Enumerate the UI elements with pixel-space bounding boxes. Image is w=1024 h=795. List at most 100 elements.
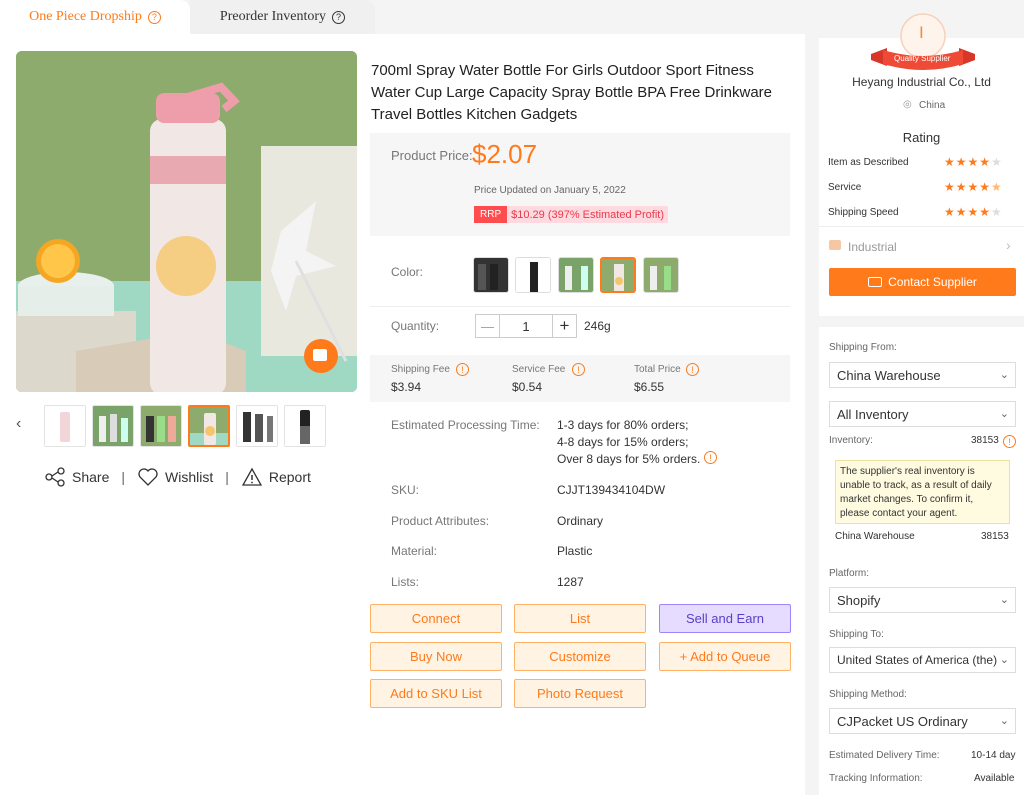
color-swatch[interactable]: [515, 257, 551, 293]
warehouse-value: 38153: [981, 531, 1009, 542]
tab-preorder-inventory[interactable]: Preorder Inventory ?: [190, 0, 375, 34]
select-value: All Inventory: [837, 406, 909, 422]
wishlist-button[interactable]: Wishlist: [137, 467, 213, 487]
warehouse-label: China Warehouse: [835, 531, 915, 542]
contact-supplier-button[interactable]: Contact Supplier: [829, 268, 1016, 296]
select-value: Shopify: [837, 592, 881, 608]
divider: |: [121, 469, 125, 485]
tab-one-piece-dropship[interactable]: One Piece Dropship ?: [0, 0, 190, 34]
factory-icon: [829, 240, 841, 250]
shipping-method-label: Shipping Method:: [829, 689, 907, 700]
quantity-input[interactable]: 1: [500, 315, 552, 337]
divider: [819, 226, 1024, 227]
chevron-right-icon[interactable]: ›: [1006, 237, 1011, 253]
fees-box: Shipping Fee ! $3.94 Service Fee ! $0.54…: [370, 355, 790, 402]
share-button[interactable]: Share: [44, 467, 109, 487]
attr-label: SKU:: [391, 483, 420, 497]
location-icon: ◎: [903, 99, 912, 110]
rrp-badge: RRP $10.29 (397% Estimated Profit): [474, 206, 668, 223]
info-icon[interactable]: !: [572, 363, 585, 376]
divider: |: [225, 469, 229, 485]
rating-title: Rating: [902, 130, 941, 145]
processing-label: Estimated Processing Time:: [391, 418, 540, 432]
add-to-sku-list-button[interactable]: Add to SKU List: [370, 679, 502, 708]
info-icon[interactable]: !: [686, 363, 699, 376]
inventory-note: The supplier's real inventory is unable …: [835, 460, 1010, 524]
supplier-category: Industrial: [848, 240, 897, 254]
total-price-label: Total Price: [634, 364, 681, 375]
select-value: China Warehouse: [837, 367, 941, 383]
chevron-left-icon[interactable]: ‹: [16, 415, 21, 433]
customize-button[interactable]: Customize: [514, 642, 646, 671]
attr-value: 1287: [557, 575, 584, 589]
badge-text: Quality Supplier: [894, 54, 951, 63]
wishlist-label: Wishlist: [165, 469, 214, 485]
chat-icon: [868, 277, 883, 287]
shipping-to-select[interactable]: United States of America (the) ⌄: [829, 647, 1016, 673]
share-icon: [45, 467, 65, 487]
info-icon[interactable]: !: [704, 451, 717, 464]
product-title: 700ml Spray Water Bottle For Girls Outdo…: [371, 62, 773, 123]
color-swatch[interactable]: [558, 257, 594, 293]
info-icon[interactable]: !: [1003, 435, 1016, 448]
supplier-name[interactable]: Heyang Industrial Co., Ltd: [819, 75, 1024, 89]
thumbnail-strip: ‹: [14, 405, 359, 449]
list-button[interactable]: List: [514, 604, 646, 633]
report-button[interactable]: Report: [241, 467, 311, 487]
processing-line: 4-8 days for 15% orders;: [557, 435, 689, 449]
inventory-select[interactable]: All Inventory ⌄: [829, 401, 1016, 427]
thumbnail[interactable]: [44, 405, 86, 447]
rating-stars: ★★★★★: [944, 180, 1003, 194]
thumbnail[interactable]: [284, 405, 326, 447]
delivery-time-label: Estimated Delivery Time:: [829, 750, 940, 761]
thumbnail[interactable]: [92, 405, 134, 447]
quantity-increase-button[interactable]: +: [552, 315, 576, 337]
thumbnail[interactable]: [236, 405, 278, 447]
badge-letter: I: [919, 23, 924, 42]
rating-label: Shipping Speed: [828, 207, 899, 218]
quantity-decrease-button[interactable]: —: [476, 315, 500, 337]
shipping-from-select[interactable]: China Warehouse ⌄: [829, 362, 1016, 388]
warning-icon: [241, 467, 262, 486]
platform-label: Platform:: [829, 568, 870, 579]
price-label: Product Price:: [391, 148, 473, 163]
color-swatch[interactable]: [473, 257, 509, 293]
tracking-label: Tracking Information:: [829, 773, 923, 784]
help-icon[interactable]: ?: [147, 10, 161, 24]
buy-now-button[interactable]: Buy Now: [370, 642, 502, 671]
total-price-value: $6.55: [634, 380, 665, 394]
attr-label: Product Attributes:: [391, 514, 490, 528]
processing-line: 1-3 days for 80% orders;: [557, 418, 689, 432]
tab-label: One Piece Dropship: [29, 9, 142, 24]
color-swatch[interactable]: [643, 257, 679, 293]
shipping-method-select[interactable]: CJPacket US Ordinary ⌄: [829, 708, 1016, 734]
delivery-time-value: 10-14 day: [971, 750, 1016, 761]
chevron-down-icon: ⌄: [999, 654, 1009, 666]
product-main-image[interactable]: [16, 51, 357, 392]
color-swatch-selected[interactable]: [600, 257, 636, 293]
product-weight: 246g: [584, 319, 611, 333]
add-to-queue-button[interactable]: + Add to Queue: [659, 642, 791, 671]
connect-button[interactable]: Connect: [370, 604, 502, 633]
thumbnail[interactable]: [140, 405, 182, 447]
quantity-stepper: — 1 +: [475, 314, 577, 338]
attr-label: Material:: [391, 544, 438, 558]
shipping-card: Shipping From: China Warehouse ⌄ All Inve…: [819, 327, 1024, 795]
attr-value: Plastic: [557, 544, 593, 558]
chevron-down-icon: ⌄: [999, 594, 1009, 606]
product-price: $2.07: [472, 139, 538, 169]
info-icon[interactable]: !: [456, 363, 469, 376]
chevron-down-icon: ⌄: [999, 715, 1009, 727]
thumbnail-selected[interactable]: [188, 405, 230, 447]
platform-select[interactable]: Shopify ⌄: [829, 587, 1016, 613]
photo-request-button[interactable]: Photo Request: [514, 679, 646, 708]
help-icon[interactable]: ?: [332, 10, 346, 24]
contact-supplier-label: Contact Supplier: [888, 275, 977, 289]
rating-stars: ★★★★★: [944, 205, 1003, 219]
rating-label: Service: [828, 182, 862, 193]
sell-and-earn-button[interactable]: Sell and Earn: [659, 604, 791, 633]
inventory-value: 38153: [971, 435, 999, 446]
shipping-fee-label: Shipping Fee: [391, 364, 450, 375]
share-label: Share: [72, 469, 110, 485]
shipping-to-label: Shipping To:: [829, 629, 884, 640]
